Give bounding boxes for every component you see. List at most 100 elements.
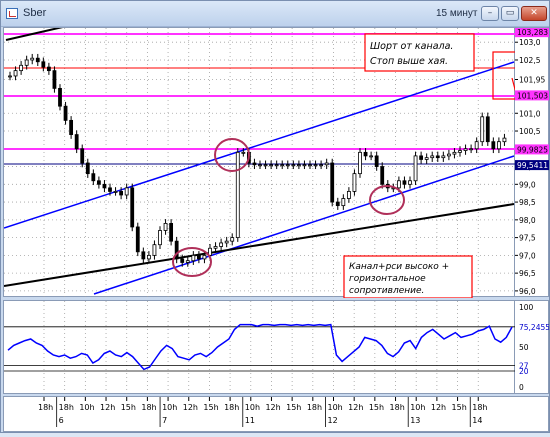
candle-body-37: [213, 246, 218, 249]
candlestick-series: [8, 53, 507, 267]
candle-body-48: [274, 164, 279, 167]
candle-body-86: [485, 116, 490, 143]
candle-body-73: [413, 155, 418, 182]
candle-body-59: [335, 201, 340, 207]
candle-body-47: [269, 164, 274, 167]
candle-body-60: [341, 198, 346, 207]
candle-body-22: [130, 187, 135, 228]
candle-body-28: [163, 222, 168, 231]
title-bar[interactable]: Sber 15 минут – ▭ ✕: [1, 1, 549, 27]
rsi-scale-labels: 10075,24555027200: [519, 303, 550, 392]
candle-body-58: [330, 162, 335, 203]
candle-body-3: [24, 59, 29, 66]
candle-body-65: [369, 155, 374, 158]
candle-body-70: [396, 180, 401, 189]
price-tick-label-13: 96,0: [519, 287, 536, 296]
price-tick-label-7: 99,0: [519, 180, 536, 189]
time-label-5: 18h: [141, 403, 156, 412]
candle-body-15: [91, 173, 96, 182]
price-scale-labels: 103,0102,5101,95101,5101,0100,599,599,09…: [515, 27, 549, 296]
price-scale[interactable]: 103,0102,5101,95101,5101,0100,599,599,09…: [515, 27, 549, 297]
price-tick-label-0: 103,0: [519, 38, 541, 47]
candle-body-64: [363, 151, 368, 157]
candle-body-50: [285, 164, 290, 167]
rsi-tick-label-0: 100: [519, 303, 534, 312]
day-label-2: 11: [245, 416, 255, 425]
time-label-10: 10h: [245, 403, 260, 412]
candle-body-5: [35, 57, 40, 63]
day-label-0: 6: [59, 416, 64, 425]
price-tick-label-12: 96,5: [519, 269, 536, 278]
candle-body-89: [502, 137, 507, 143]
time-axis[interactable]: 18h 18h 10h 12h 15h 18h 10h 12h 15h 18h 10h 12h 15h 1…: [3, 396, 549, 432]
candle-body-83: [469, 148, 474, 151]
candle-body-9: [58, 87, 62, 107]
price-chart-pane[interactable]: Шорт от канала. Стоп выше хая. Канал+рси…: [3, 23, 528, 299]
price-tick-label-8: 98,5: [519, 198, 536, 207]
day-label-4: 13: [410, 416, 420, 425]
candle-body-8: [52, 70, 57, 89]
high-area-box: [492, 51, 528, 100]
candle-body-85: [480, 116, 485, 143]
time-label-0: 18h: [38, 403, 53, 412]
day-label-5: 14: [472, 416, 482, 425]
candle-body-56: [319, 164, 324, 167]
rsi-tick-label-1: 75,2455: [519, 323, 549, 332]
channel-note-line1: Канал+рси высоко +: [349, 262, 449, 272]
price-tick-label-1: 102,5: [519, 56, 541, 65]
candle-body-87: [491, 141, 496, 150]
time-label-3: 12h: [100, 403, 115, 412]
candle-body-14: [85, 162, 90, 175]
candle-body-19: [113, 191, 118, 193]
price-chart: Шорт от канала. Стоп выше хая. Канал+рси…: [3, 23, 528, 299]
candle-body-31: [180, 258, 185, 263]
candle-body-0: [8, 75, 12, 78]
rsi-grid: [4, 301, 516, 395]
candle-body-33: [191, 254, 196, 262]
rsi-chart: [4, 301, 516, 395]
window-title: Sber: [23, 7, 47, 19]
candle-body-66: [374, 155, 379, 167]
candle-body-21: [124, 187, 129, 196]
day-label-1: 7: [162, 416, 167, 425]
time-label-20: 15h: [452, 403, 467, 412]
chart-window: Sber 15 минут – ▭ ✕ Шорт от канала. Стоп…: [0, 0, 550, 433]
time-label-1: 18h: [59, 403, 74, 412]
time-label-8: 15h: [203, 403, 218, 412]
close-button[interactable]: ✕: [521, 6, 547, 21]
candle-body-10: [63, 105, 68, 121]
candle-body-42: [241, 151, 246, 154]
rsi-tick-label-4: 20: [519, 367, 529, 376]
channel-upper-line: [3, 61, 515, 229]
day-label-3: 12: [327, 416, 337, 425]
rsi-indicator-pane[interactable]: [3, 300, 516, 395]
candle-body-12: [74, 134, 79, 150]
candle-body-78: [441, 155, 446, 159]
candle-body-4: [30, 57, 35, 61]
price-tick-label-11: 97,0: [519, 251, 536, 260]
candle-body-49: [280, 164, 285, 167]
candle-body-2: [19, 64, 24, 72]
candle-body-40: [230, 237, 235, 242]
timeframe-label: 15 минут: [436, 8, 478, 19]
candle-body-81: [458, 150, 462, 153]
candle-body-71: [402, 180, 407, 185]
candle-body-53: [302, 164, 307, 167]
restore-button[interactable]: ▭: [501, 6, 519, 21]
short-note-line2: Стоп выше хая.: [370, 56, 448, 67]
minimize-button[interactable]: –: [481, 6, 499, 21]
candle-body-72: [408, 180, 412, 185]
time-label-17: 18h: [390, 403, 405, 412]
price-tick-label-10: 97,5: [519, 234, 536, 243]
candle-body-74: [419, 155, 424, 160]
candle-body-62: [352, 173, 357, 192]
candle-body-39: [224, 240, 229, 244]
candle-body-18: [108, 187, 112, 192]
candle-body-67: [380, 166, 385, 185]
chart-app-icon: [6, 8, 18, 19]
channel-note-line3: сопротивление.: [349, 286, 424, 296]
time-label-21: 18h: [472, 403, 487, 412]
time-label-6: 10h: [162, 403, 177, 412]
candle-body-57: [324, 162, 329, 166]
rsi-scale[interactable]: 100 75,2455 50 27 20 0: [515, 300, 550, 394]
